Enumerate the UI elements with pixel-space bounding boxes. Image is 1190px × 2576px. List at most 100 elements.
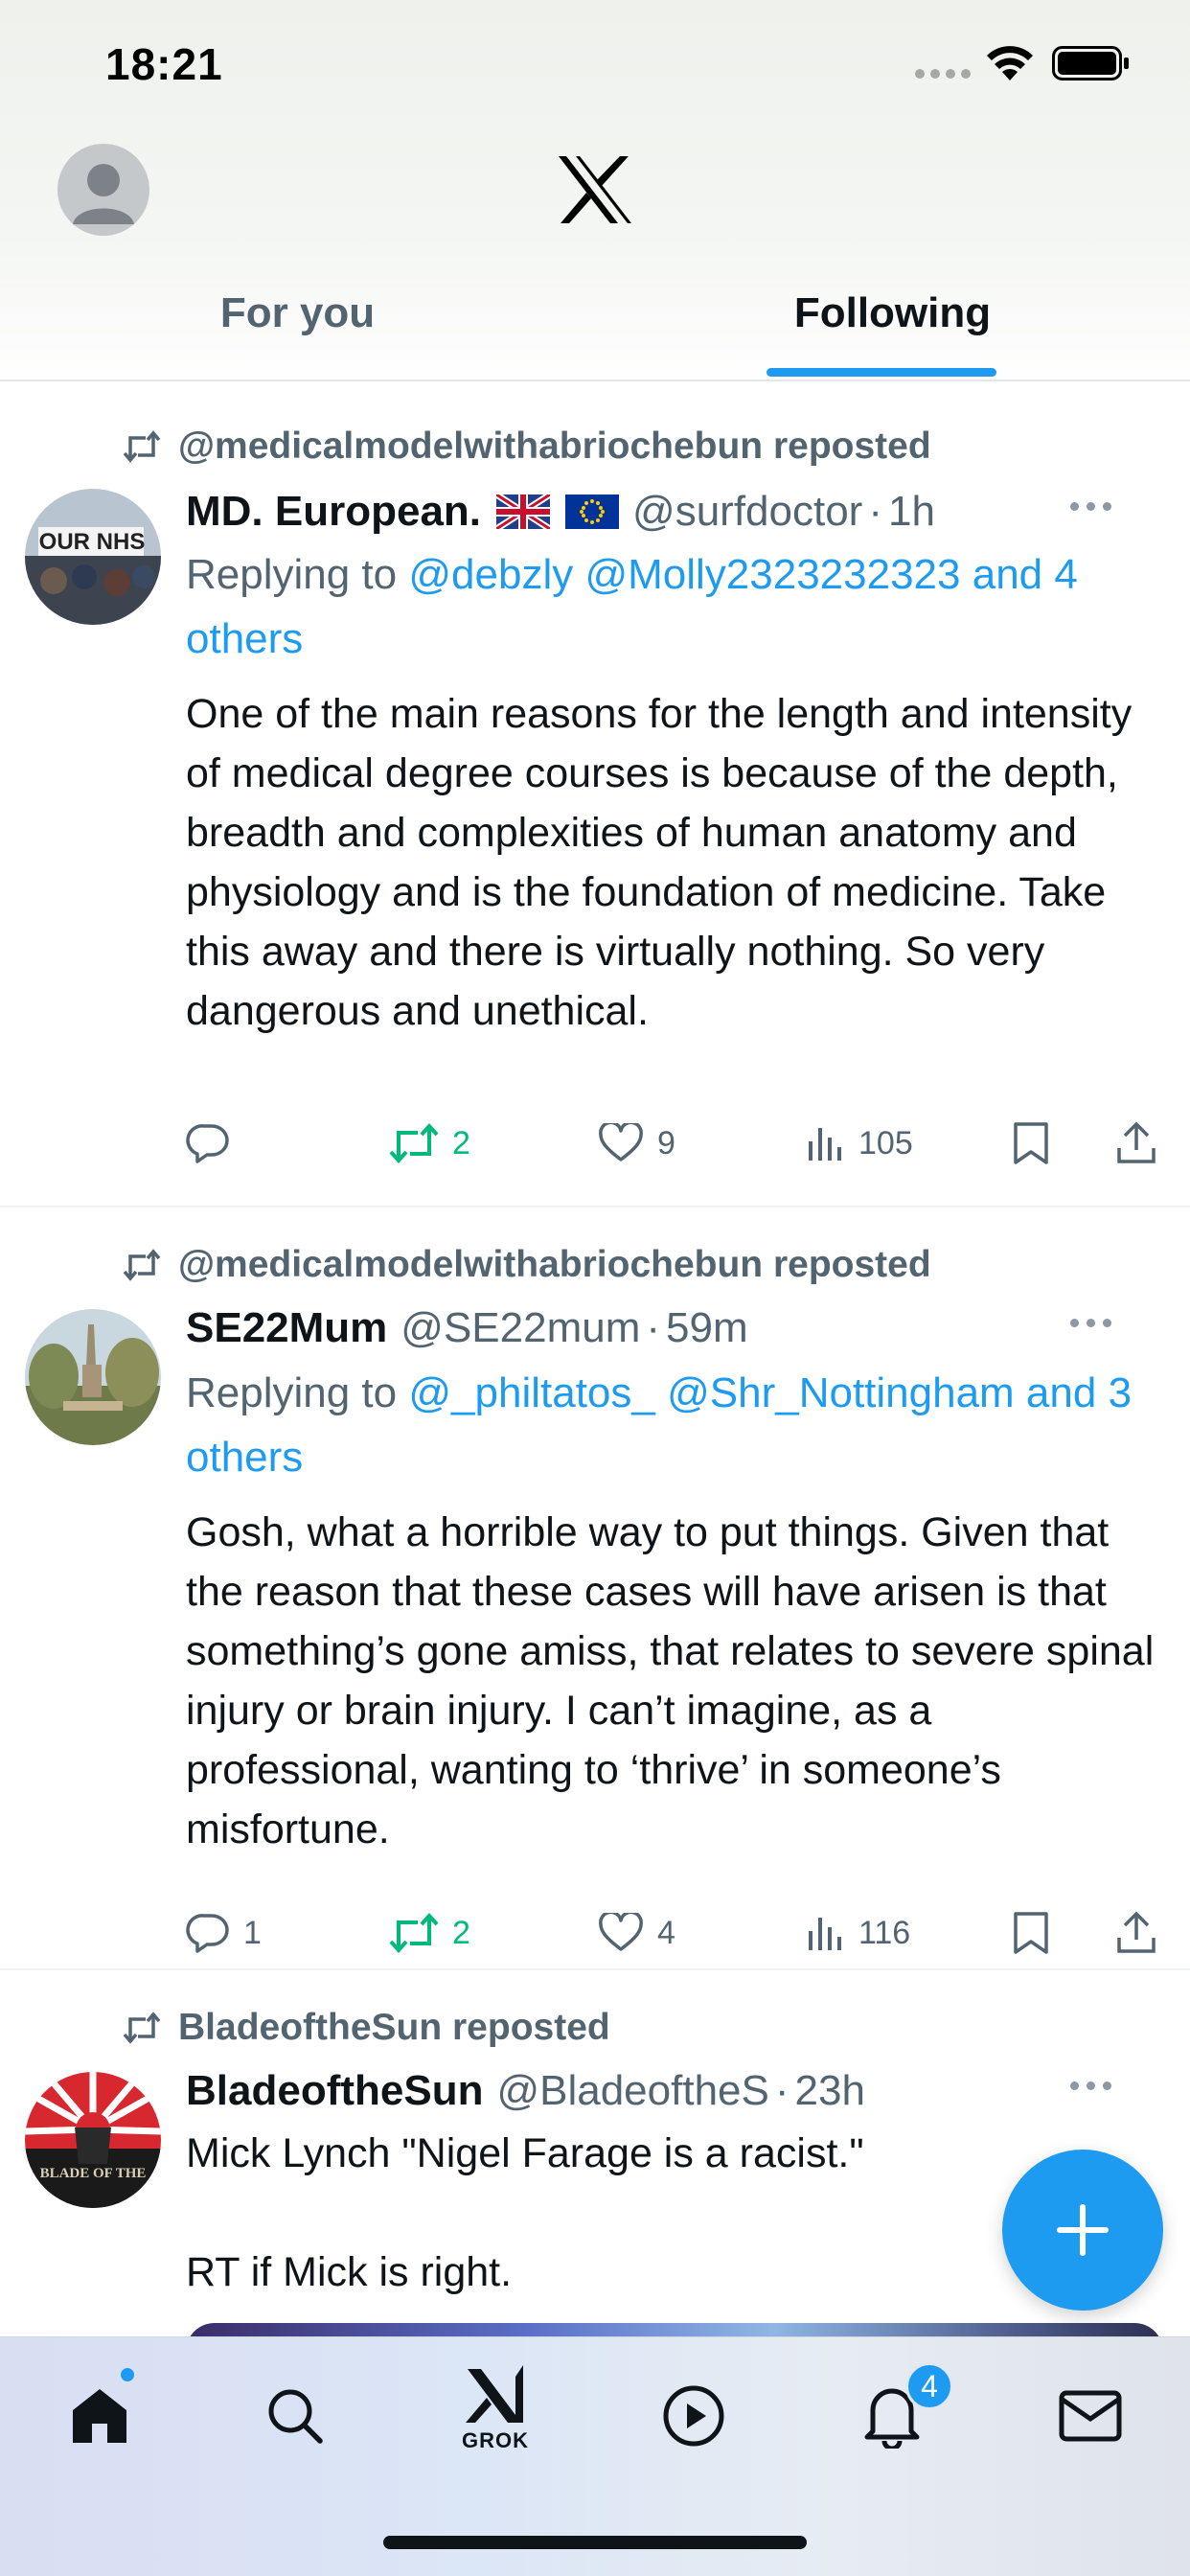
repost-icon bbox=[123, 430, 161, 463]
like-count: 9 bbox=[657, 1124, 675, 1162]
repost-context: @medicalmodelwithabriochebun reposted bbox=[123, 426, 931, 468]
heart-icon bbox=[599, 1913, 643, 1951]
battery-icon bbox=[1052, 46, 1129, 80]
handle[interactable]: @BladeoftheS bbox=[496, 2067, 768, 2115]
display-name[interactable]: MD. European. bbox=[186, 488, 481, 536]
time-separator: · bbox=[646, 1304, 661, 1351]
profile-avatar-button[interactable] bbox=[57, 144, 149, 236]
reply-button[interactable]: 1 bbox=[186, 1904, 262, 1962]
nav-search[interactable] bbox=[247, 2368, 343, 2464]
more-options-icon[interactable] bbox=[1070, 1319, 1111, 1327]
repost-context: @medicalmodelwithabriochebun reposted bbox=[123, 1244, 931, 1286]
tweet-actions: 1 2 4 116 bbox=[186, 1904, 1173, 1962]
home-indicator-bar bbox=[383, 2536, 807, 2549]
cellular-signal-icon bbox=[915, 69, 971, 79]
grok-label: GROK bbox=[462, 2428, 529, 2452]
repost-icon bbox=[389, 1913, 439, 1953]
repost-button[interactable]: 2 bbox=[389, 1115, 470, 1172]
reply-icon bbox=[186, 1124, 229, 1163]
avatar-logo-text: BLADE OF THE bbox=[40, 2166, 147, 2181]
tweet-text: One of the main reasons for the length a… bbox=[186, 691, 1133, 1034]
display-name[interactable]: BladeoftheSun bbox=[186, 2067, 483, 2115]
repost-count: 2 bbox=[452, 1124, 470, 1162]
header-divider bbox=[0, 380, 1190, 381]
eu-flag-icon bbox=[565, 494, 620, 529]
plus-icon bbox=[1057, 2204, 1109, 2256]
replying-to: Replying to @debzly @Molly2323232323 and… bbox=[186, 542, 1163, 671]
views-button[interactable]: 105 bbox=[807, 1115, 913, 1172]
repost-icon bbox=[123, 2012, 161, 2044]
repost-context: BladeoftheSun reposted bbox=[123, 2007, 610, 2049]
status-time: 18:21 bbox=[105, 39, 223, 89]
uk-flag-icon bbox=[496, 494, 551, 529]
heart-icon bbox=[599, 1123, 643, 1162]
home-icon bbox=[73, 2389, 126, 2443]
share-icon[interactable] bbox=[1115, 1904, 1157, 1962]
tweet[interactable]: @medicalmodelwithabriochebun reposted SE… bbox=[0, 1208, 1190, 1969]
grok-icon bbox=[466, 2365, 523, 2423]
avatar[interactable] bbox=[25, 1309, 161, 1445]
repost-button[interactable]: 2 bbox=[389, 1904, 470, 1962]
repost-context-text: BladeoftheSun reposted bbox=[178, 2007, 610, 2048]
bookmark-icon[interactable] bbox=[1012, 1904, 1050, 1962]
avatar[interactable]: BLADE OF THE bbox=[25, 2072, 161, 2208]
repost-icon bbox=[389, 1123, 439, 1163]
tweet-header: BladeoftheSun @BladeoftheS · 23h bbox=[186, 2062, 1144, 2120]
bookmark-icon[interactable] bbox=[1012, 1115, 1050, 1172]
avatar-sign-text: OUR NHS bbox=[39, 529, 146, 555]
nav-messages[interactable] bbox=[1042, 2368, 1138, 2464]
reply-button[interactable] bbox=[186, 1115, 243, 1172]
nav-grok[interactable]: GROK bbox=[447, 2360, 543, 2456]
status-bar: 18:21 bbox=[0, 0, 1190, 125]
nav-video[interactable] bbox=[646, 2368, 742, 2464]
repost-context-text: @medicalmodelwithabriochebun reposted bbox=[178, 426, 931, 467]
envelope-icon bbox=[1059, 2390, 1122, 2442]
tab-selected-indicator bbox=[767, 368, 996, 377]
more-options-icon[interactable] bbox=[1070, 2082, 1111, 2090]
display-name[interactable]: SE22Mum bbox=[186, 1304, 387, 1352]
play-circle-icon bbox=[663, 2385, 724, 2447]
views-button[interactable]: 116 bbox=[807, 1904, 910, 1962]
tweet[interactable]: BladeoftheSun reposted BLADE OF THE Blad… bbox=[0, 1970, 1190, 2354]
default-avatar-icon bbox=[73, 164, 134, 224]
analytics-icon bbox=[809, 1918, 841, 1950]
view-count: 105 bbox=[858, 1124, 913, 1162]
avatar[interactable]: OUR NHS bbox=[25, 489, 161, 625]
tab-for-you[interactable]: For you bbox=[0, 278, 595, 380]
tweet-text: Gosh, what a horrible way to put things.… bbox=[186, 1509, 1155, 1852]
like-button[interactable]: 4 bbox=[598, 1904, 675, 1962]
timestamp[interactable]: 23h bbox=[795, 2067, 865, 2115]
home-new-indicator bbox=[119, 2366, 136, 2383]
reply-icon bbox=[186, 1914, 229, 1953]
like-button[interactable]: 9 bbox=[598, 1115, 675, 1172]
analytics-icon bbox=[809, 1128, 841, 1161]
more-options-icon[interactable] bbox=[1070, 502, 1111, 511]
timestamp[interactable]: 59m bbox=[666, 1304, 748, 1352]
tweet[interactable]: @medicalmodelwithabriochebun reposted OU… bbox=[0, 383, 1190, 1208]
top-bar: 18:21 For you Following bbox=[0, 0, 1190, 389]
timestamp[interactable]: 1h bbox=[888, 488, 935, 536]
replying-to-label: Replying to bbox=[186, 1369, 398, 1416]
reply-count: 1 bbox=[243, 1914, 262, 1951]
time-separator: · bbox=[774, 2067, 790, 2114]
compose-post-button[interactable] bbox=[1002, 2150, 1163, 2311]
replying-to-label: Replying to bbox=[186, 551, 398, 598]
tab-following[interactable]: Following bbox=[595, 278, 1190, 380]
repost-icon bbox=[123, 1249, 161, 1281]
notification-badge: 4 bbox=[905, 2362, 953, 2410]
nav-home[interactable] bbox=[52, 2368, 148, 2464]
repost-context-text: @medicalmodelwithabriochebun reposted bbox=[178, 1244, 931, 1285]
search-icon bbox=[268, 2389, 323, 2444]
tweet-header: SE22Mum @SE22mum · 59m bbox=[186, 1300, 1144, 1357]
tweet-header: MD. European. @surfdoctor · 1h bbox=[186, 483, 1144, 540]
x-logo-icon[interactable] bbox=[557, 154, 633, 225]
handle[interactable]: @SE22mum bbox=[400, 1304, 640, 1352]
feed-tabs: For you Following bbox=[0, 278, 1190, 380]
share-icon[interactable] bbox=[1115, 1115, 1157, 1172]
time-separator: · bbox=[868, 488, 882, 535]
handle[interactable]: @surfdoctor bbox=[632, 488, 862, 536]
replying-to: Replying to @_philtatos_ @Shr_Nottingham… bbox=[186, 1361, 1163, 1489]
repost-count: 2 bbox=[452, 1914, 470, 1951]
like-count: 4 bbox=[657, 1914, 675, 1951]
tweet-actions: 2 9 105 bbox=[186, 1115, 1173, 1172]
